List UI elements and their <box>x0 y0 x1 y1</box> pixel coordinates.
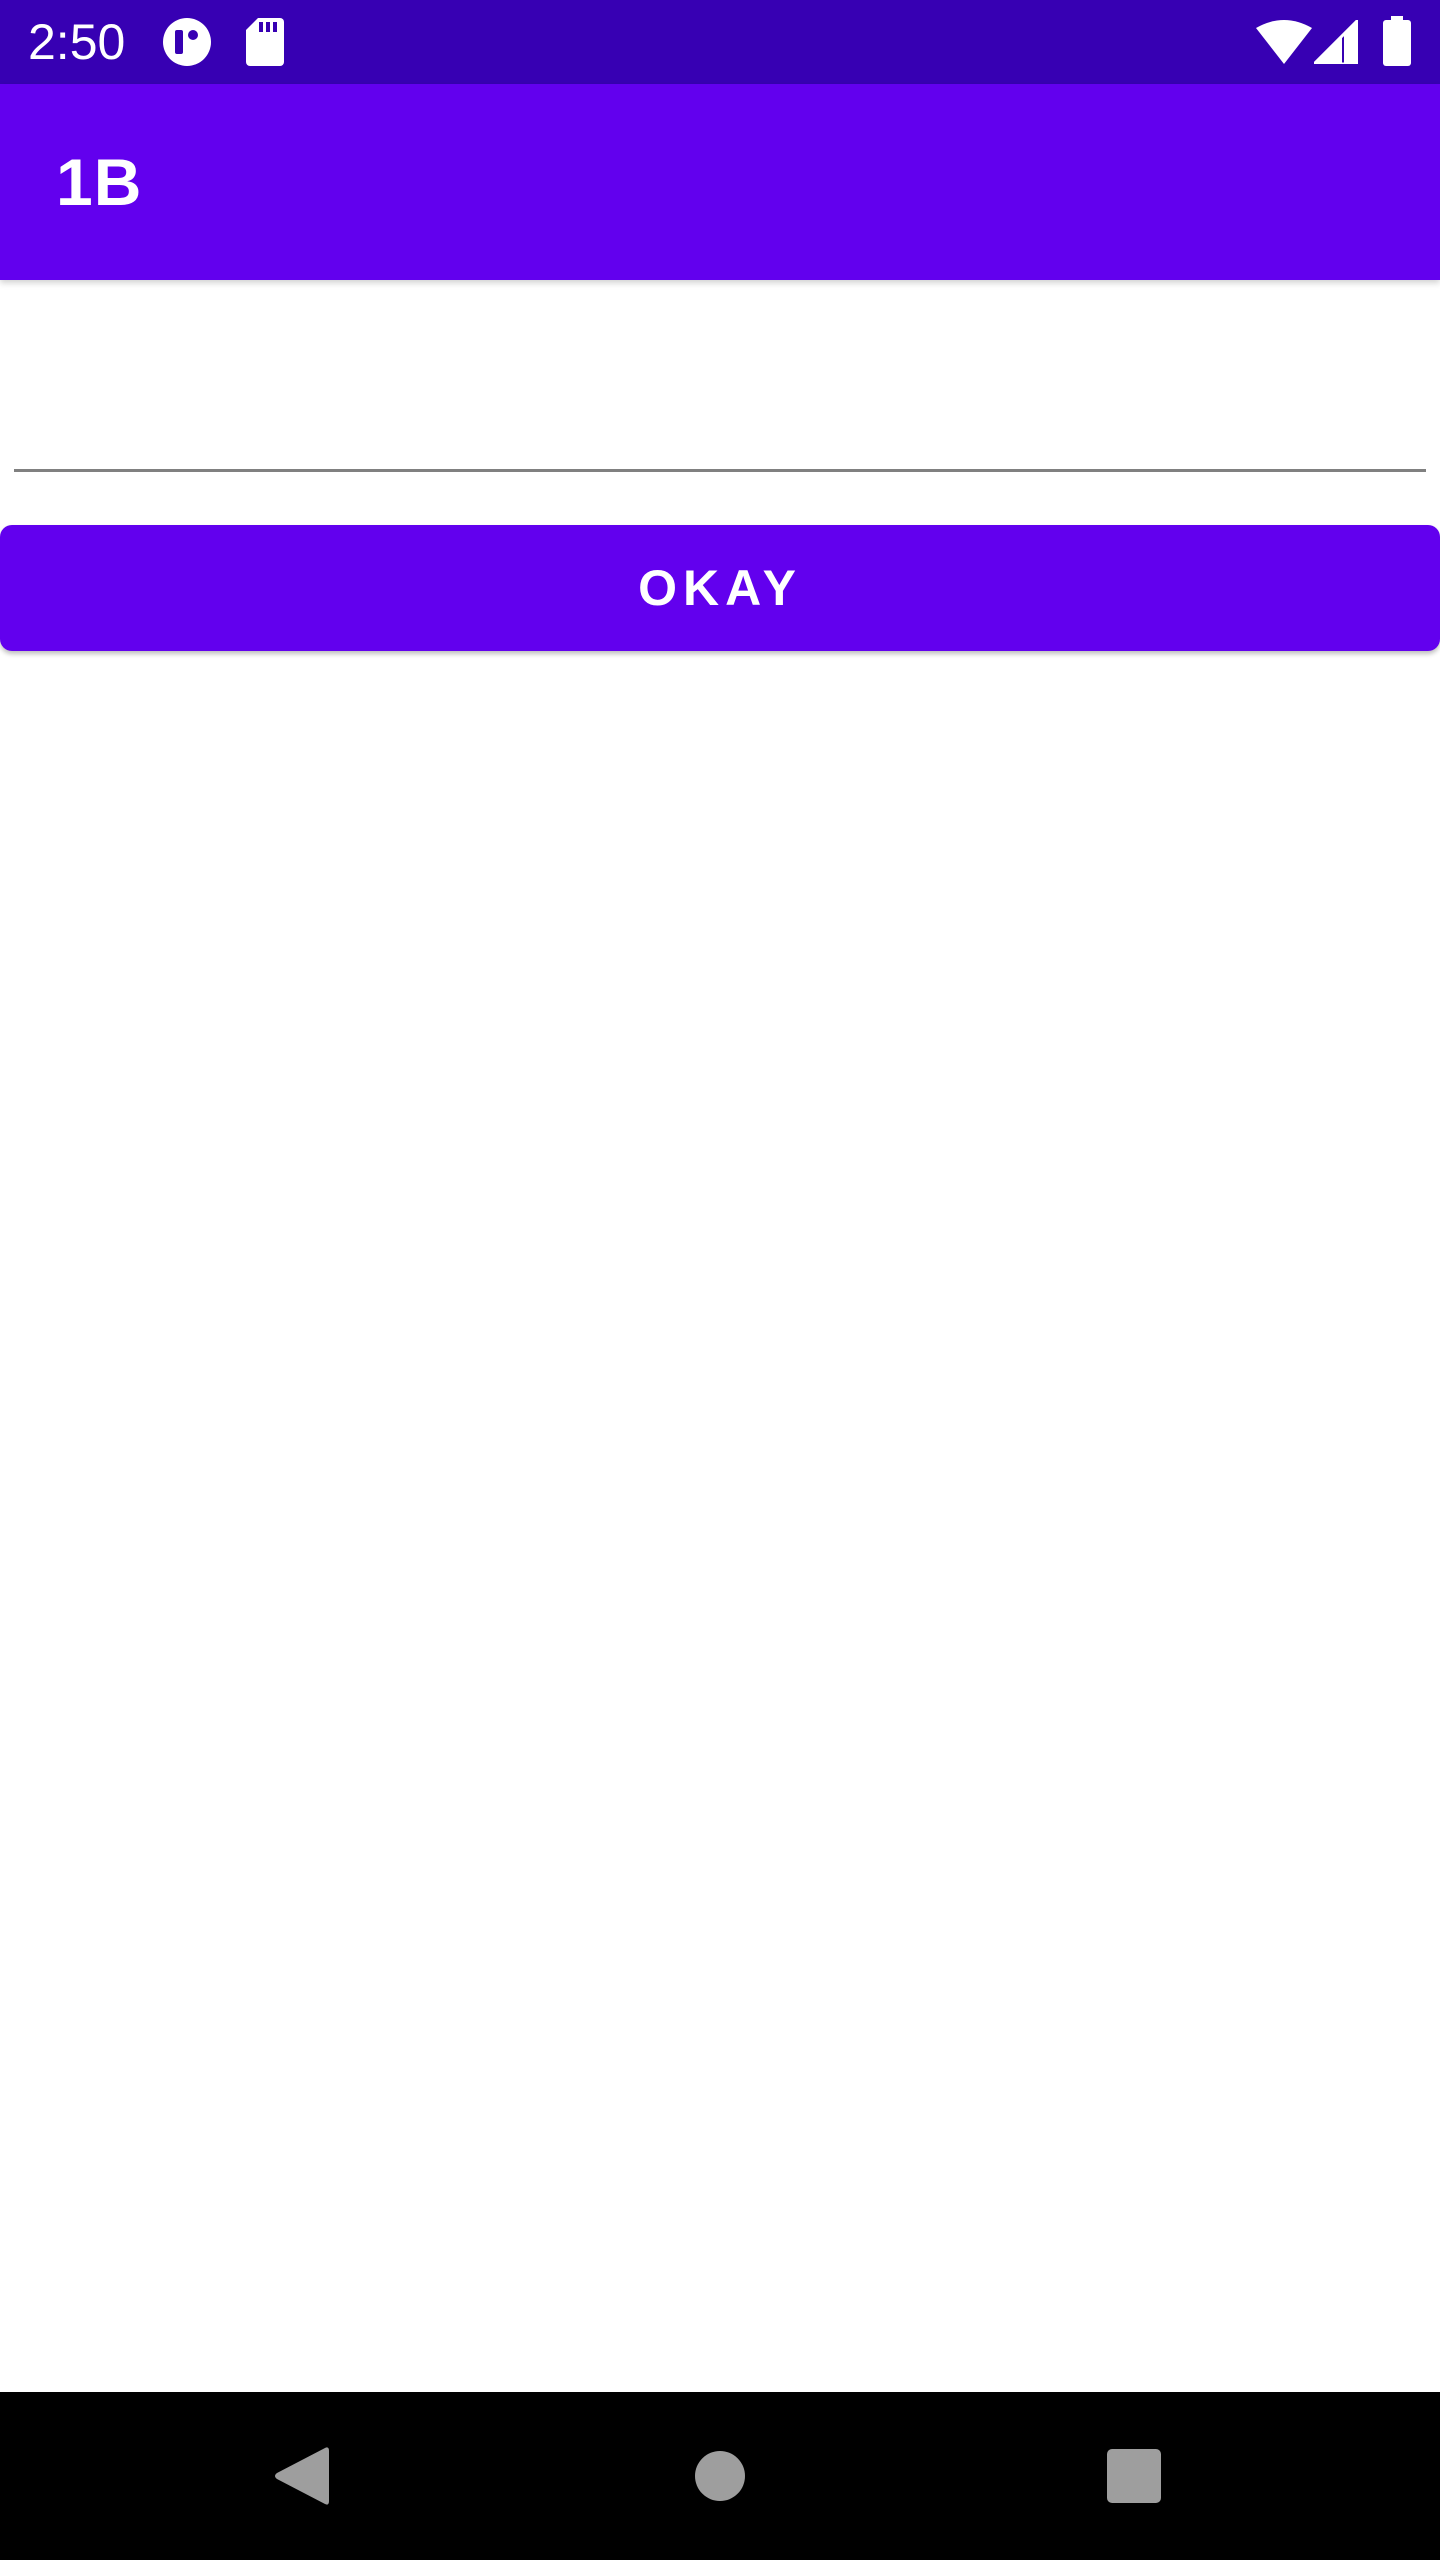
okay-button[interactable]: OKAY <box>0 525 1440 651</box>
cellular-signal-icon <box>1314 20 1358 64</box>
wifi-icon <box>1256 20 1312 64</box>
okay-button-label: OKAY <box>638 560 802 616</box>
sd-card-icon <box>246 18 284 66</box>
navigation-bar <box>0 2392 1440 2560</box>
status-time: 2:50 <box>28 14 126 70</box>
app-title: 1B <box>56 145 143 219</box>
app-bar: 1B <box>0 84 1440 280</box>
home-button[interactable] <box>620 2392 820 2560</box>
recents-button[interactable] <box>1034 2392 1234 2560</box>
recents-icon <box>1107 2449 1161 2503</box>
status-bar: 2:50 <box>0 0 1440 84</box>
data-saver-icon <box>163 18 211 66</box>
back-icon <box>275 2447 329 2505</box>
back-button[interactable] <box>201 2392 401 2560</box>
battery-icon <box>1383 16 1411 66</box>
app-screen: 2:50 1B OKAY <box>0 0 1440 2560</box>
text-input[interactable] <box>14 360 1426 472</box>
home-icon <box>695 2451 745 2501</box>
